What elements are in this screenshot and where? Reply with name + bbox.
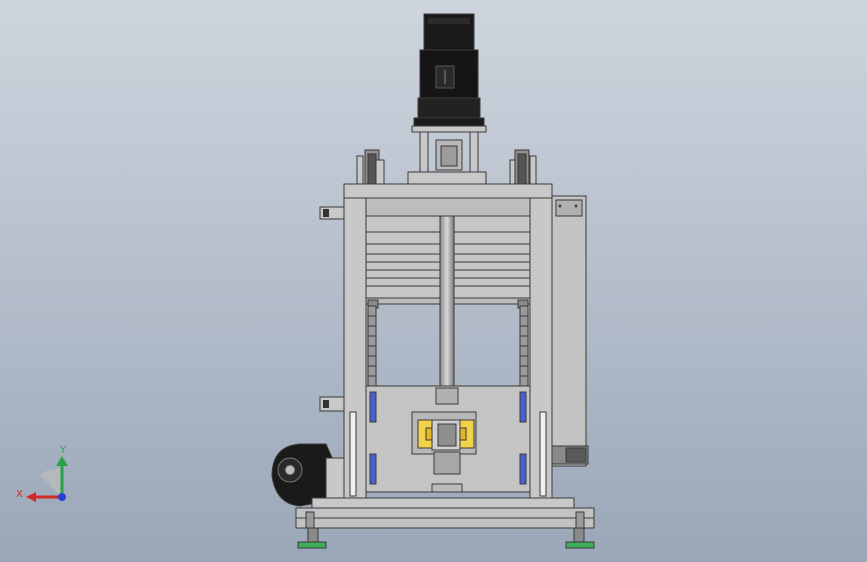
z-axis-dot — [58, 493, 66, 501]
top-plate — [343, 183, 553, 199]
cad-graphics-viewport[interactable]: Y X — [0, 0, 867, 562]
right-lead-screw — [519, 305, 529, 387]
x-axis-label: X — [16, 489, 23, 500]
motor-mount — [407, 131, 487, 185]
y-axis-label: Y — [59, 445, 67, 456]
base-plate — [311, 497, 575, 509]
left-lead-screw — [367, 305, 377, 387]
side-cabinet — [551, 195, 589, 467]
yellow-clamp — [417, 419, 475, 451]
cad-model-view: Y X — [0, 0, 867, 562]
